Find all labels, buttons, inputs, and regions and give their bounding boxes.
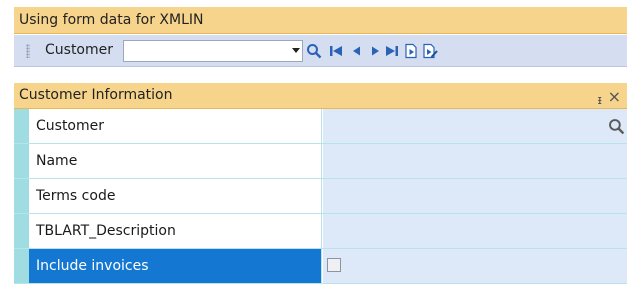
row-header[interactable]	[14, 144, 29, 178]
row-label: Customer	[29, 109, 322, 143]
grid-row-terms-code[interactable]: Terms code	[14, 179, 627, 214]
include-invoices-value-cell[interactable]	[323, 249, 627, 283]
last-record-icon[interactable]	[384, 43, 400, 59]
chevron-down-icon[interactable]	[292, 48, 300, 53]
grid-row-tblart-description[interactable]: TBLART_Description	[14, 214, 627, 249]
grid-row-customer[interactable]: Customer	[14, 109, 627, 144]
name-value-cell[interactable]	[323, 144, 627, 178]
previous-record-icon[interactable]	[349, 43, 365, 59]
grid-row-name[interactable]: Name	[14, 144, 627, 179]
toolbar-grip-handle[interactable]	[26, 44, 30, 58]
window-title: Using form data for XMLIN	[14, 7, 627, 34]
grid-row-include-invoices[interactable]: Include invoices	[14, 249, 627, 284]
customer-combo[interactable]	[123, 40, 303, 62]
form-window: Using form data for XMLIN Customer Custo…	[14, 7, 627, 302]
new-record-icon[interactable]	[403, 43, 419, 59]
row-header[interactable]	[14, 179, 29, 213]
row-label: Name	[29, 144, 322, 178]
edit-record-icon[interactable]	[422, 43, 438, 59]
terms-code-value-cell[interactable]	[323, 179, 627, 213]
close-icon[interactable]: ×	[608, 84, 621, 109]
customer-value-cell[interactable]	[323, 109, 627, 143]
next-record-icon[interactable]	[367, 43, 383, 59]
include-invoices-checkbox[interactable]	[327, 258, 341, 272]
panel-header: Customer Information ᵻ ×	[14, 83, 627, 109]
search-icon[interactable]	[306, 43, 322, 59]
row-header[interactable]	[14, 249, 29, 283]
navigation-toolbar: Customer	[14, 35, 627, 67]
row-label: Include invoices	[29, 249, 322, 283]
panel-title: Customer Information	[19, 87, 173, 103]
lookup-search-icon[interactable]	[608, 118, 625, 135]
row-label: TBLART_Description	[29, 214, 322, 248]
customer-label: Customer	[45, 42, 114, 58]
row-label: Terms code	[29, 179, 322, 213]
row-header[interactable]	[14, 109, 29, 143]
tblart-description-value-cell[interactable]	[323, 214, 627, 248]
row-header[interactable]	[14, 214, 29, 248]
first-record-icon[interactable]	[328, 43, 344, 59]
